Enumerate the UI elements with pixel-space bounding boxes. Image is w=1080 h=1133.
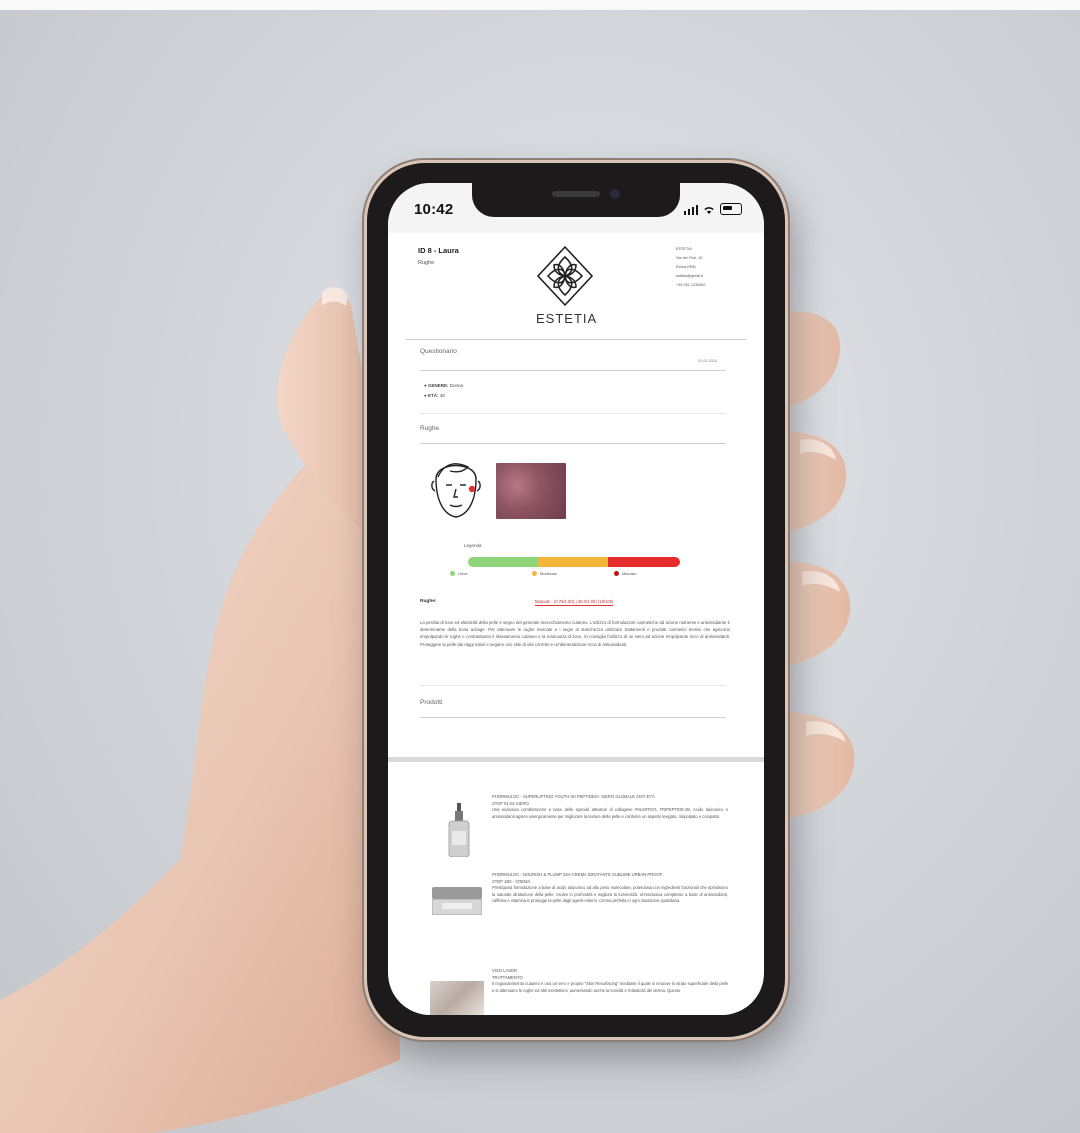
questionnaire-item: ● ETÀ: 40 xyxy=(424,393,445,398)
product-title: PHORMULOC - SUPERLIFTING YOUTH 3H PEPTID… xyxy=(492,794,655,799)
report-subtitle: Rughe xyxy=(418,260,435,266)
product-title-block: PHORMULOC - NOURISH & PLUMP 24H CREMA ID… xyxy=(492,871,728,905)
legend-dot xyxy=(532,571,537,576)
legend-label: Marcato xyxy=(622,571,637,576)
speaker xyxy=(552,191,600,197)
legend-label: Lieve xyxy=(458,571,468,576)
item-label: ETÀ: xyxy=(427,393,439,398)
product-title: VISO LASER xyxy=(492,968,517,973)
result-label: Rughe: xyxy=(420,599,437,604)
legend-item: Marcato xyxy=(614,571,636,576)
product-card: PHORMULOC - SUPERLIFTING YOUTH 3H PEPTID… xyxy=(420,793,730,863)
contact-line: Roma (RM) xyxy=(676,265,696,269)
product-title: PHORMULOC - NOURISH & PLUMP 24H CREMA ID… xyxy=(492,872,663,877)
legend-labels: Lieve Moderato Marcato xyxy=(450,571,690,581)
cream-jar-icon xyxy=(432,887,482,915)
item-value: 40 xyxy=(439,393,445,398)
contact-line: ESTETIA xyxy=(676,247,692,251)
section-divider xyxy=(420,443,726,444)
section-divider xyxy=(420,717,726,718)
product-description: Il ringiovanimento cutaneo è una un vero… xyxy=(492,981,728,993)
advice-paragraph: La perdita di tono ed elasticità della p… xyxy=(420,620,730,647)
product-description: Una esclusiva combinazione a base delle … xyxy=(492,807,728,819)
legend-title: Legenda xyxy=(464,543,482,548)
severity-legend-bar xyxy=(468,557,680,567)
section-divider xyxy=(420,370,726,371)
legend-dot xyxy=(614,571,619,576)
result-value: Marcate - (0.75/1.00), (40.0/1.00) (18/1… xyxy=(535,599,614,606)
section-title-prodotti: Prodotti xyxy=(420,699,443,706)
treatment-photo xyxy=(430,981,484,1015)
brand-name: ESTETIA xyxy=(536,311,598,326)
product-step: STEP 1B0 - CREMA xyxy=(492,879,531,884)
report-document: ID 8 - Laura Rughe ESTETIA ESTETIA Via d… xyxy=(388,233,764,1015)
contact-info: ESTETIA Via dei Fiori, 10 Roma (RM) este… xyxy=(676,245,706,290)
legend-item: Lieve xyxy=(450,571,468,576)
product-card: PHORMULOC - NOURISH & PLUMP 24H CREMA ID… xyxy=(420,871,730,951)
face-diagram-icon xyxy=(431,463,481,518)
status-icons xyxy=(683,203,742,215)
skin-analysis-photo xyxy=(496,463,566,519)
legend-segment-lieve xyxy=(468,557,538,567)
camera xyxy=(610,189,620,199)
contact-line: estetia@gmail.it xyxy=(676,274,704,278)
section-divider xyxy=(420,685,726,686)
legend-dot xyxy=(450,571,455,576)
page-break xyxy=(388,757,764,762)
section-title-rughe: Rughe xyxy=(420,425,440,432)
legend-segment-moderato xyxy=(538,557,608,567)
report-date: 01.01.2024 xyxy=(698,359,718,363)
product-step: TRATTAMENTO xyxy=(492,975,523,980)
legend-label: Moderato xyxy=(540,571,557,576)
questionnaire-list: ● GENERE: Donna ● ETÀ: 40 xyxy=(424,381,463,401)
product-card: VISO LASER TRATTAMENTO Il ringiovaniment… xyxy=(420,967,730,1015)
legend-item: Moderato xyxy=(532,571,557,576)
product-title-block: PHORMULOC - SUPERLIFTING YOUTH 3H PEPTID… xyxy=(492,793,728,820)
product-description: Prestigiosa formulazione a base di acido… xyxy=(492,885,728,904)
section-divider xyxy=(420,413,726,414)
phone-screen: 10:42 ID 8 - Laura Rughe ESTETIA ESTETIA… xyxy=(388,183,764,1015)
header-divider xyxy=(406,339,746,340)
logo-icon xyxy=(536,245,594,307)
product-step: STEP 01-04 SIERO xyxy=(492,801,529,806)
patient-header: ID 8 - Laura Rughe xyxy=(418,246,459,266)
notch xyxy=(472,183,680,217)
item-label: GENERE: xyxy=(427,383,449,388)
brand-logo: ESTETIA xyxy=(536,245,598,327)
serum-bottle-icon xyxy=(448,803,470,857)
item-value: Donna xyxy=(449,383,464,388)
questionnaire-item: ● GENERE: Donna xyxy=(424,383,464,388)
status-time: 10:42 xyxy=(414,201,454,218)
contact-line: +39 051 1234567 xyxy=(676,283,706,287)
product-title-block: VISO LASER TRATTAMENTO Il ringiovaniment… xyxy=(492,967,728,994)
contact-line: Via dei Fiori, 10 xyxy=(676,256,703,260)
wifi-icon xyxy=(704,207,714,214)
battery-icon xyxy=(720,203,742,215)
legend-segment-marcato xyxy=(608,557,680,567)
patient-id: ID 8 - Laura xyxy=(418,246,459,255)
signal-icon xyxy=(683,204,698,215)
section-title-questionario: Questionario xyxy=(420,348,457,355)
